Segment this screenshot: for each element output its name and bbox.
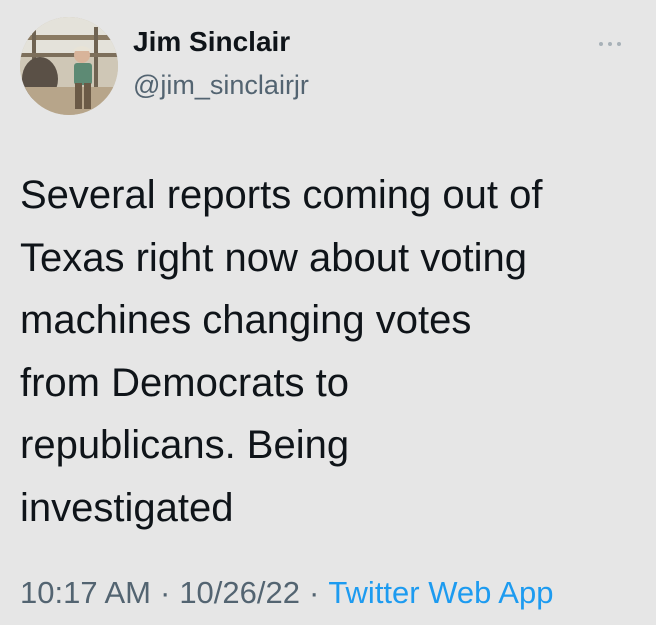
- avatar-photo: [20, 17, 118, 115]
- tweet-card: Jim Sinclair @jim_sinclairjr Several rep…: [0, 0, 656, 625]
- tweet-meta: 10:17 AM · 10/26/22 · Twitter Web App: [20, 575, 553, 611]
- meta-separator: ·: [159, 575, 171, 610]
- tweet-time[interactable]: 10:17 AM: [20, 575, 151, 610]
- tweet-date[interactable]: 10/26/22: [179, 575, 300, 610]
- more-horizontal-icon: [599, 42, 621, 46]
- display-name[interactable]: Jim Sinclair: [133, 26, 290, 58]
- user-handle[interactable]: @jim_sinclairjr: [133, 70, 309, 101]
- tweet-source-link[interactable]: Twitter Web App: [328, 575, 553, 610]
- avatar[interactable]: [20, 17, 118, 115]
- meta-separator-2: ·: [308, 575, 320, 610]
- more-options-button[interactable]: [592, 34, 628, 54]
- tweet-text: Several reports coming out of Texas righ…: [20, 173, 543, 530]
